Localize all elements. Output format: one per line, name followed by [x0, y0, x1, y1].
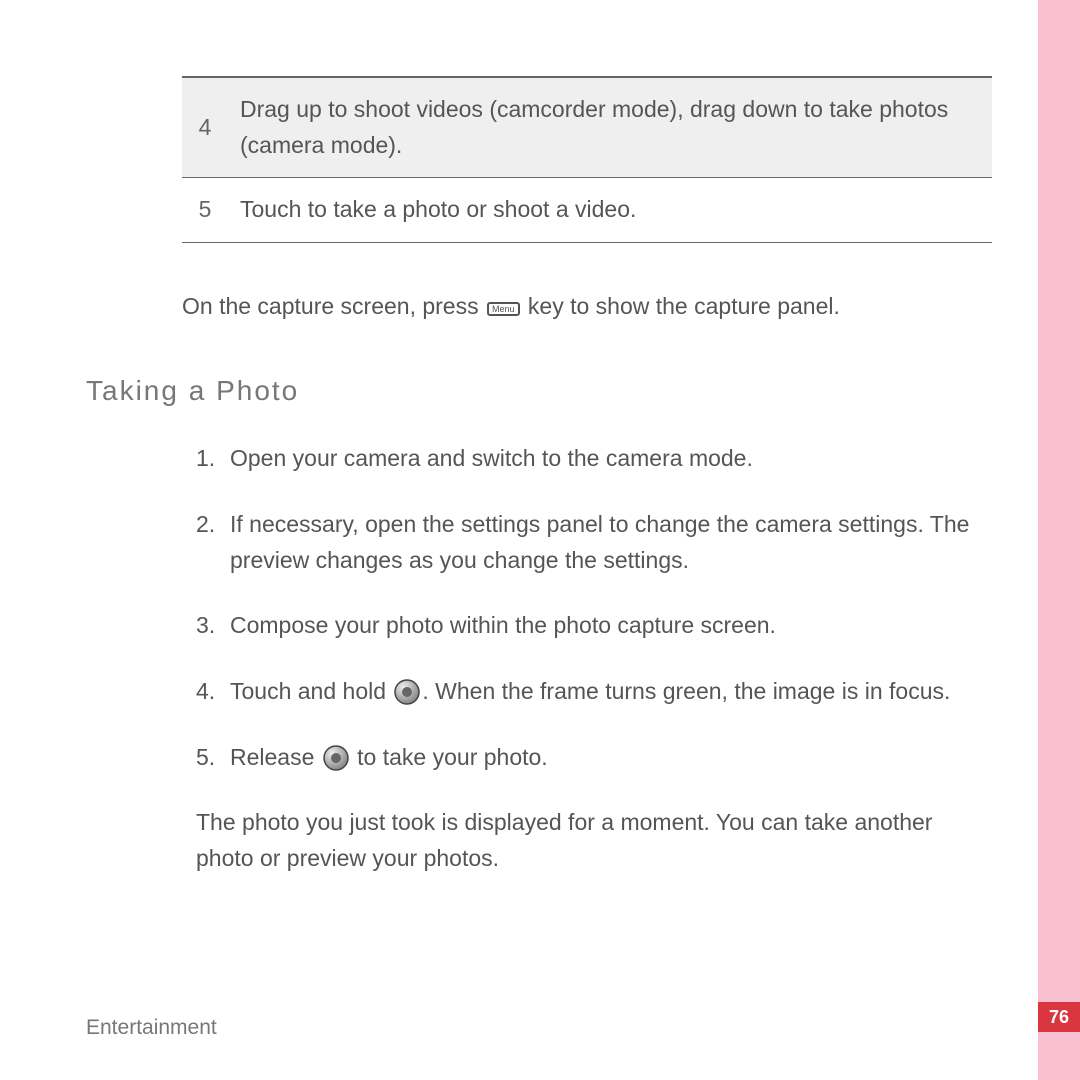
page-content: 4 Drag up to shoot videos (camcorder mod… [0, 0, 1038, 1080]
step5-before: Release [230, 744, 321, 770]
list-item: Release to take your photo. [196, 740, 996, 776]
closing-paragraph: The photo you just took is displayed for… [196, 805, 996, 876]
list-item: If necessary, open the settings panel to… [196, 507, 996, 578]
shutter-icon [323, 745, 349, 771]
list-item: Touch and hold . When the frame turns gr… [196, 674, 996, 710]
capture-note-after: key to show the capture panel. [528, 293, 840, 319]
section-heading: Taking a Photo [86, 375, 998, 407]
table-row: 5 Touch to take a photo or shoot a video… [182, 178, 992, 243]
side-stripe [1038, 0, 1080, 1080]
legend-table: 4 Drag up to shoot videos (camcorder mod… [182, 76, 992, 243]
step4-after: . When the frame turns green, the image … [422, 678, 950, 704]
page-number-badge: 76 [1038, 1002, 1080, 1032]
menu-key-icon: Menu [487, 302, 520, 316]
shutter-icon [394, 679, 420, 705]
steps-list: Open your camera and switch to the camer… [196, 441, 996, 775]
step4-before: Touch and hold [230, 678, 392, 704]
footer-section-label: Entertainment [86, 1016, 217, 1040]
table-row-text: Touch to take a photo or shoot a video. [228, 178, 992, 243]
table-row-number: 5 [182, 178, 228, 243]
list-item: Open your camera and switch to the camer… [196, 441, 996, 477]
table-row: 4 Drag up to shoot videos (camcorder mod… [182, 77, 992, 178]
table-row-text: Drag up to shoot videos (camcorder mode)… [228, 77, 992, 178]
table-row-number: 4 [182, 77, 228, 178]
step5-after: to take your photo. [351, 744, 548, 770]
capture-note-before: On the capture screen, press [182, 293, 479, 319]
capture-note: On the capture screen, press Menu key to… [182, 289, 992, 324]
list-item: Compose your photo within the photo capt… [196, 608, 996, 644]
